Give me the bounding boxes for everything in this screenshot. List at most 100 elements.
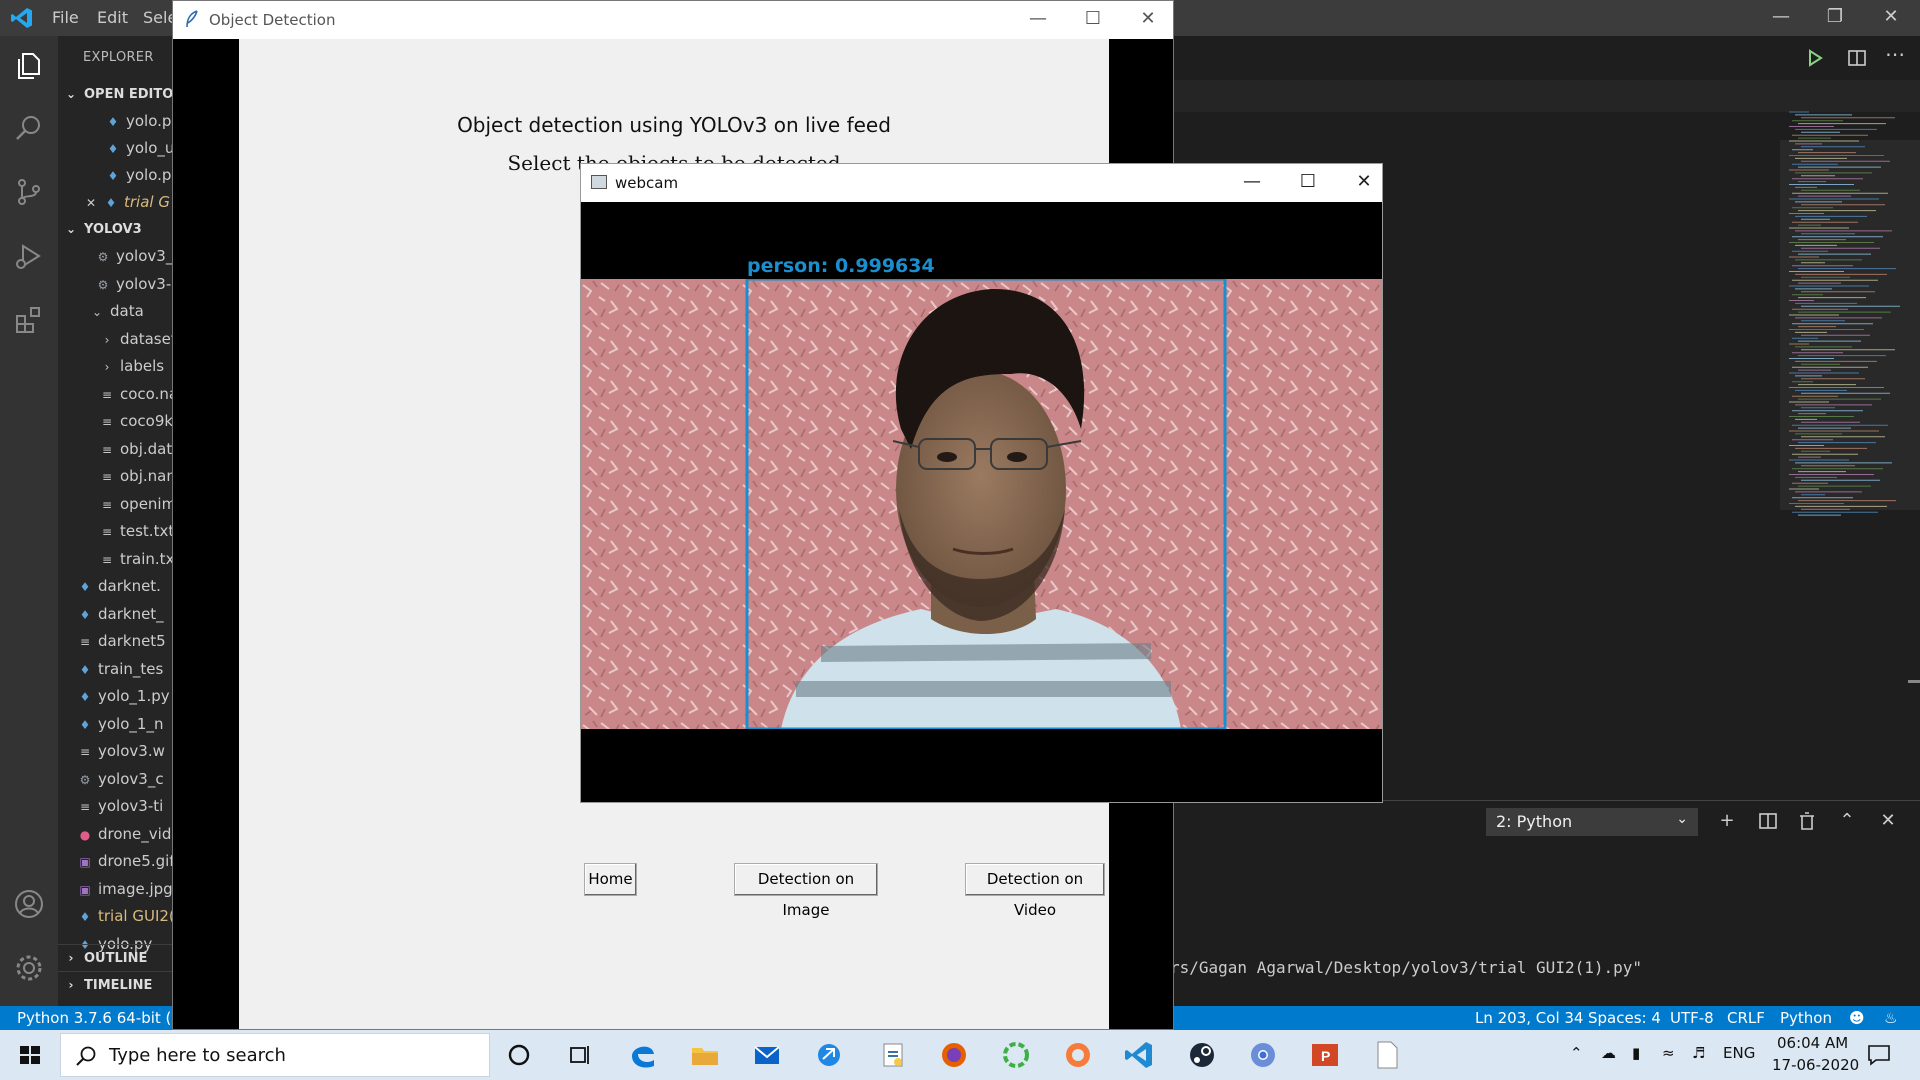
notifications-icon[interactable] xyxy=(1866,1042,1892,1068)
webcam-close-icon[interactable]: ✕ xyxy=(1349,171,1379,195)
python-idle-icon[interactable] xyxy=(876,1038,910,1072)
run-debug-icon[interactable] xyxy=(13,240,45,272)
app-cloud-icon[interactable] xyxy=(1061,1038,1095,1072)
run-icon[interactable] xyxy=(1805,48,1825,68)
terminal-body[interactable] xyxy=(1173,840,1920,1006)
language-indicator[interactable]: ENG xyxy=(1723,1044,1755,1062)
chrome-icon[interactable] xyxy=(1246,1038,1280,1072)
file-tree-item[interactable]: ⚙ yolov3- xyxy=(58,271,174,298)
clock-date[interactable]: 17-06-2020 xyxy=(1772,1056,1859,1074)
search-icon[interactable] xyxy=(13,112,45,144)
mail-icon[interactable] xyxy=(750,1038,784,1072)
timeline-header[interactable]: › TIMELINE xyxy=(58,971,174,998)
clock-time[interactable]: 06:04 AM xyxy=(1777,1034,1848,1052)
od-maximize-icon[interactable]: ☐ xyxy=(1078,8,1108,32)
webcam-titlebar[interactable]: webcam — ☐ ✕ xyxy=(581,164,1382,202)
menu-file[interactable]: File xyxy=(52,8,79,27)
file-tree-item[interactable]: ≡ test.txt xyxy=(58,518,174,545)
file-tree-item[interactable]: ⌄ data xyxy=(58,298,174,325)
terminal-select[interactable]: 2: Python ⌄ xyxy=(1486,808,1698,836)
status-language[interactable]: Python xyxy=(1780,1009,1832,1027)
bell-icon[interactable]: ♨ xyxy=(1884,1009,1897,1027)
file-tree-item[interactable]: › dataset xyxy=(58,326,174,353)
windows-start-icon[interactable] xyxy=(0,1030,60,1080)
wifi-icon[interactable]: ≈ xyxy=(1662,1044,1675,1062)
file-tree-item[interactable]: ≡ yolov3-ti xyxy=(58,793,174,820)
status-indent[interactable]: Spaces: 4 xyxy=(1588,1009,1661,1027)
file-tree-item[interactable]: ≡ obj.dat xyxy=(58,436,174,463)
firefox-icon[interactable] xyxy=(937,1038,971,1072)
maximize-panel-icon[interactable]: ⌃ xyxy=(1834,808,1860,834)
file-tree-item[interactable]: ♦ darknet. xyxy=(58,573,174,600)
explorer-icon[interactable] xyxy=(13,50,45,82)
od-close-icon[interactable]: ✕ xyxy=(1133,8,1163,32)
menu-edit[interactable]: Edit xyxy=(97,8,128,27)
taskbar-search-box[interactable]: Type here to search xyxy=(60,1033,490,1077)
gear-icon[interactable] xyxy=(13,952,45,984)
file-tree-item[interactable]: ▣ drone5.gif xyxy=(58,848,174,875)
split-terminal-icon[interactable] xyxy=(1755,808,1781,834)
status-interpreter[interactable]: Python 3.7.6 64-bit ('ba xyxy=(17,1009,194,1027)
file-tree-item[interactable]: ⚙ yolov3_c xyxy=(58,766,174,793)
file-tree-item[interactable]: ♦ train_tes xyxy=(58,656,174,683)
file-tree-item[interactable]: ≡ yolov3.w xyxy=(58,738,174,765)
file-tree-item[interactable]: ● drone_vid xyxy=(58,821,174,848)
detection-on-image-button[interactable]: Detection on Image xyxy=(734,863,878,919)
new-terminal-icon[interactable]: + xyxy=(1714,808,1740,834)
open-editors-header[interactable]: ⌄ OPEN EDITOR xyxy=(58,81,174,108)
od-minimize-icon[interactable]: — xyxy=(1023,8,1053,32)
home-button[interactable]: Home xyxy=(584,863,637,896)
file-tree-item[interactable]: ♦ yolo_1.py xyxy=(58,683,174,710)
od-titlebar[interactable]: Object Detection — ☐ ✕ xyxy=(173,1,1173,39)
file-tree-item[interactable]: ≡ openim xyxy=(58,491,174,518)
onedrive-icon[interactable]: ☁ xyxy=(1601,1044,1616,1062)
powerpoint-icon[interactable]: P xyxy=(1308,1038,1342,1072)
webcam-minimize-icon[interactable]: — xyxy=(1237,171,1267,195)
file-tree-item[interactable]: ⚙ yolov3_ xyxy=(58,243,174,270)
file-tree-item[interactable]: ≡ coco9k xyxy=(58,408,174,435)
file-tree-item[interactable]: ▣ image.jpg xyxy=(58,876,174,903)
file-tree-item[interactable]: ♦ yolo_1_n xyxy=(58,711,174,738)
webcam-maximize-icon[interactable]: ☐ xyxy=(1293,171,1323,195)
feedback-icon[interactable]: ☻ xyxy=(1849,1009,1865,1027)
file-tree-item[interactable]: ≡ coco.na xyxy=(58,381,174,408)
open-editor-item[interactable]: ♦ yolo.p xyxy=(58,108,174,135)
volume-icon[interactable]: ♬ xyxy=(1692,1044,1705,1062)
file-tree-item[interactable]: ♦ trial GUI2( xyxy=(58,903,174,930)
app-icon[interactable] xyxy=(812,1038,846,1072)
vscode-close-icon[interactable]: ✕ xyxy=(1876,6,1906,30)
file-tree-item[interactable]: ♦ darknet_ xyxy=(58,601,174,628)
more-actions-icon[interactable]: ⋯ xyxy=(1885,42,1905,66)
task-view-icon[interactable] xyxy=(563,1038,597,1072)
status-encoding[interactable]: UTF-8 xyxy=(1670,1009,1714,1027)
vscode-minimize-icon[interactable]: — xyxy=(1766,6,1796,30)
split-editor-icon[interactable] xyxy=(1847,48,1867,68)
open-editor-item[interactable]: ♦ yolo_u xyxy=(58,135,174,162)
file-tree-item[interactable]: › labels xyxy=(58,353,174,380)
source-control-icon[interactable] xyxy=(13,176,45,208)
extensions-icon[interactable] xyxy=(13,304,45,336)
file-tree-item[interactable]: ≡ obj.nan xyxy=(58,463,174,490)
status-cursor-position[interactable]: Ln 203, Col 34 xyxy=(1475,1009,1583,1027)
file-tree-item[interactable]: ≡ darknet5 xyxy=(58,628,174,655)
edge-icon[interactable] xyxy=(626,1038,660,1072)
open-editor-item-active[interactable]: ✕ ♦ trial G xyxy=(58,189,174,216)
show-hidden-icons[interactable]: ⌃ xyxy=(1570,1044,1583,1062)
file-explorer-icon[interactable] xyxy=(688,1038,722,1072)
open-editor-item[interactable]: ♦ yolo.p xyxy=(58,162,174,189)
close-panel-icon[interactable]: ✕ xyxy=(1875,808,1901,834)
vscode-restore-icon[interactable]: ❐ xyxy=(1820,6,1850,30)
battery-icon[interactable]: ▮ xyxy=(1632,1044,1640,1062)
cortana-icon[interactable] xyxy=(502,1038,536,1072)
blank-window-icon[interactable] xyxy=(1370,1038,1404,1072)
trash-icon[interactable] xyxy=(1794,808,1820,834)
file-tree-item[interactable]: ≡ train.txt xyxy=(58,546,174,573)
close-icon[interactable]: ✕ xyxy=(84,190,98,216)
steam-icon[interactable] xyxy=(1185,1038,1219,1072)
detection-on-video-button[interactable]: Detection on Video xyxy=(965,863,1105,919)
status-eol[interactable]: CRLF xyxy=(1727,1009,1765,1027)
outline-header[interactable]: › OUTLINE xyxy=(58,944,174,971)
vscode-taskbar-icon[interactable] xyxy=(1122,1038,1156,1072)
account-icon[interactable] xyxy=(13,888,45,920)
folder-header[interactable]: ⌄ YOLOV3 xyxy=(58,216,174,243)
